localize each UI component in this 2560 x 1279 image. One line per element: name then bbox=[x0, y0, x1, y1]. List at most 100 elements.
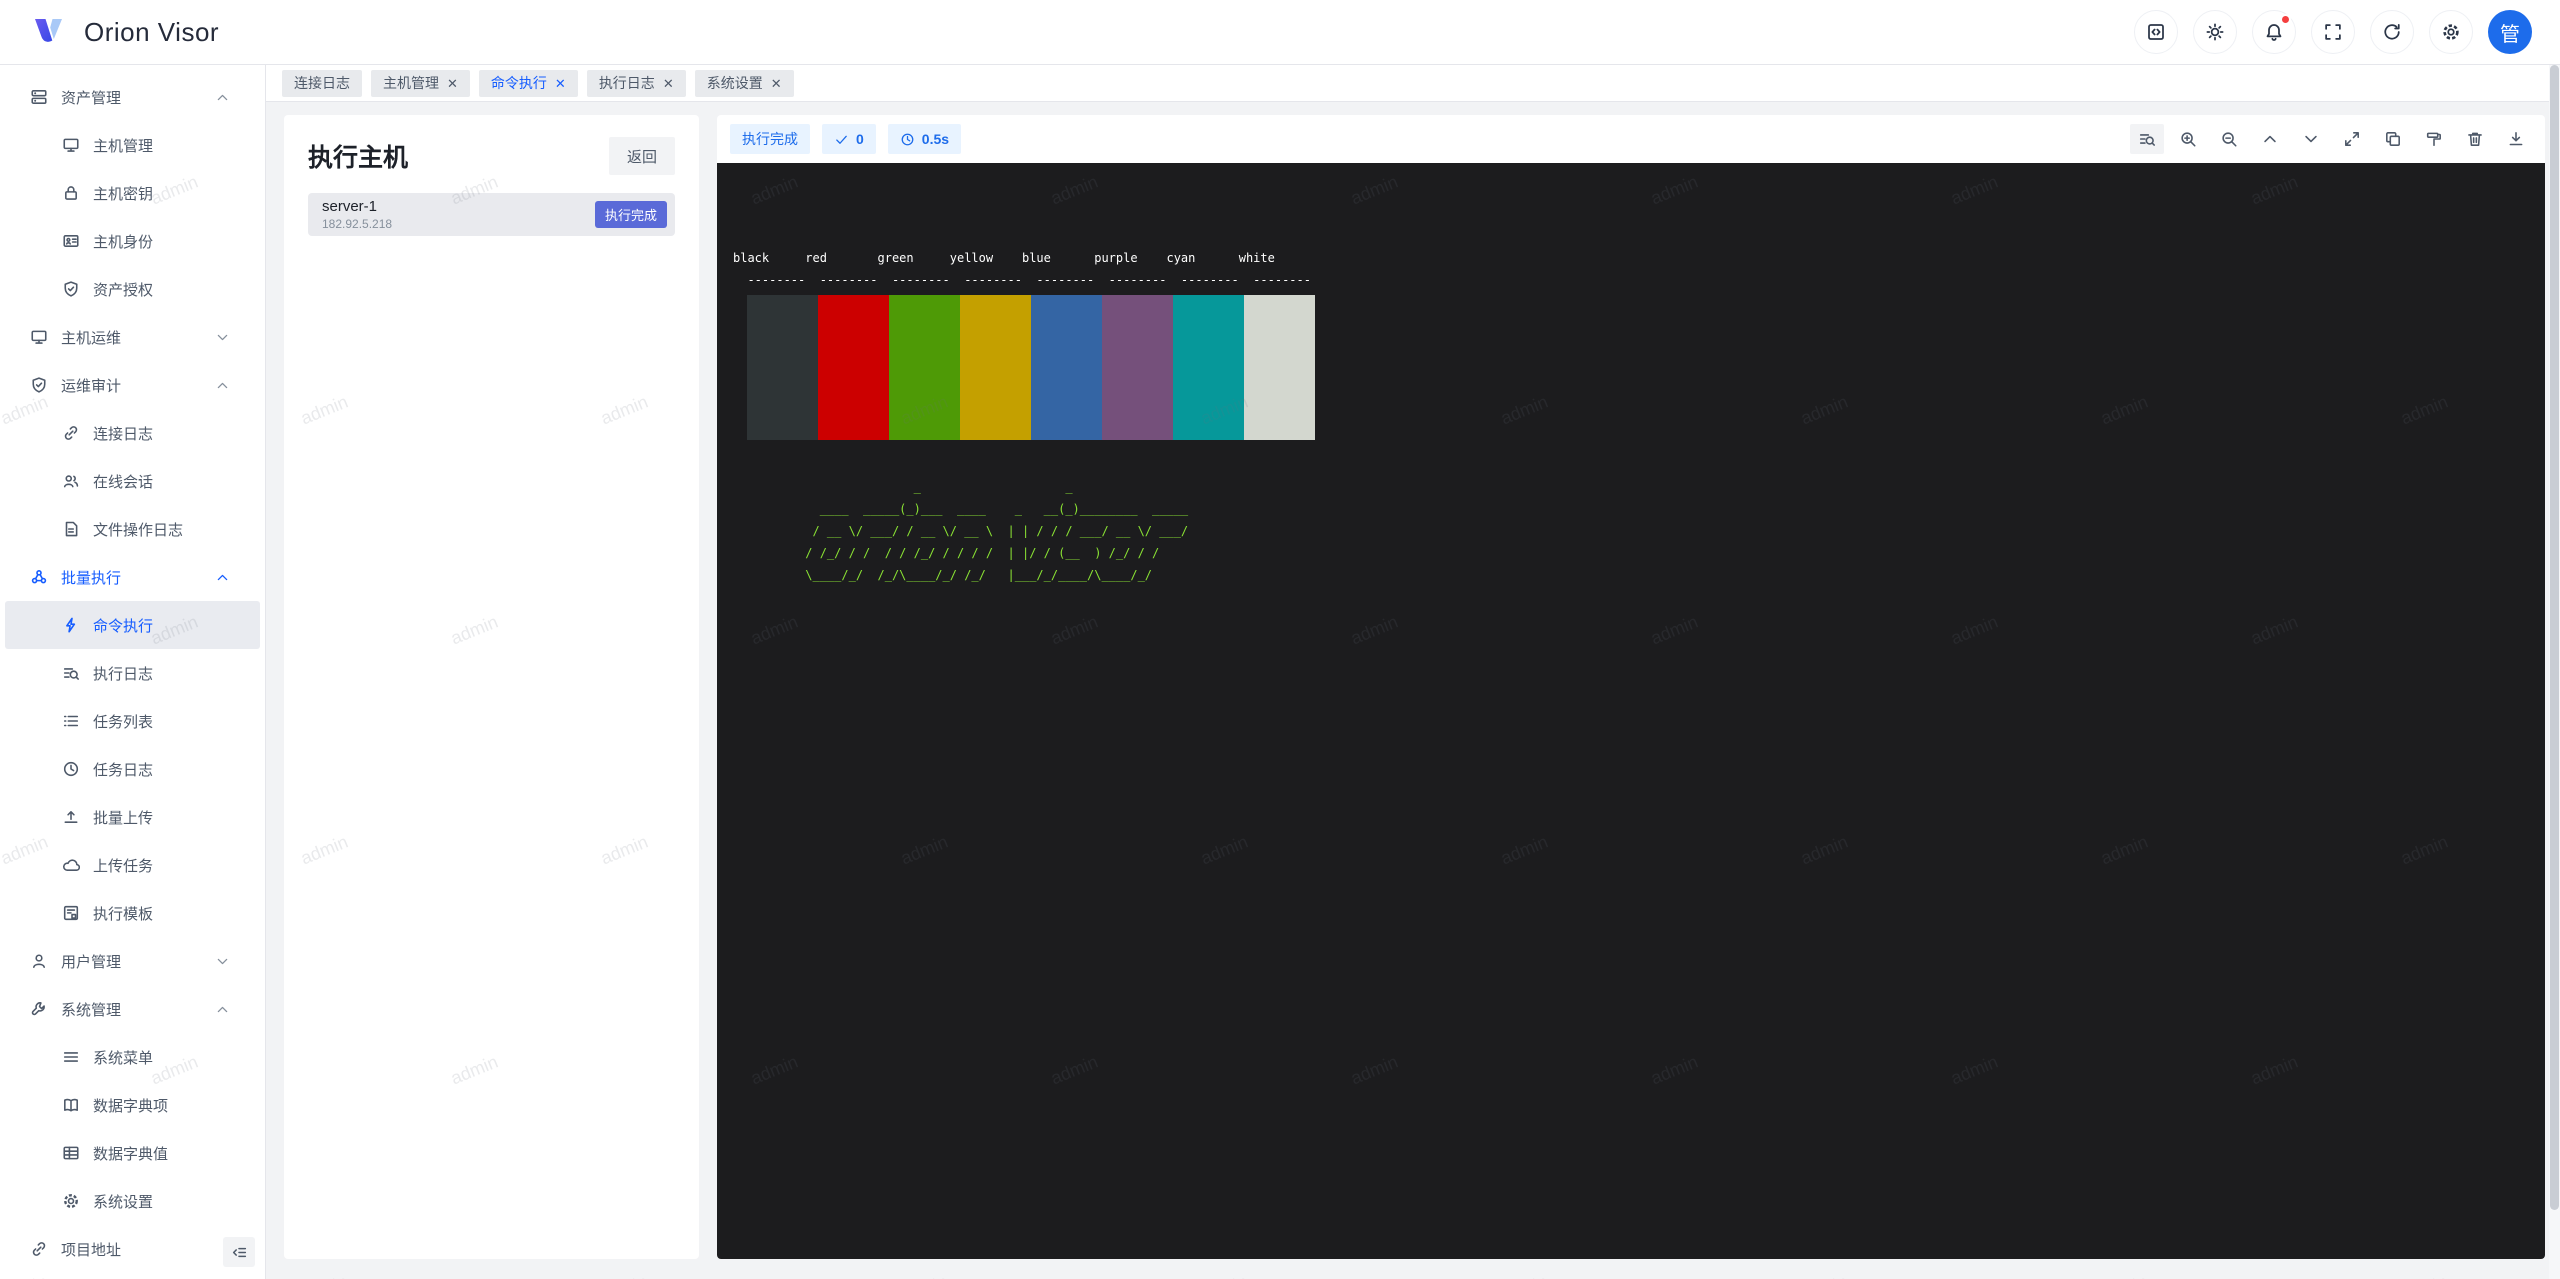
sidebar-item[interactable]: 系统管理 bbox=[0, 985, 265, 1033]
color-bar-black bbox=[747, 295, 818, 440]
user-avatar[interactable]: 管 bbox=[2488, 10, 2532, 54]
color-bar-blue bbox=[1031, 295, 1102, 440]
search-list-button[interactable] bbox=[2130, 124, 2164, 154]
sidebar-item[interactable]: 连接日志 bbox=[0, 409, 265, 457]
paint-roller-button[interactable] bbox=[2417, 124, 2451, 154]
terminal-toolbar-icons bbox=[2130, 124, 2533, 154]
terminal-output[interactable]: black red green yellow blue purple cyan … bbox=[717, 163, 2545, 1259]
expand-button[interactable] bbox=[2335, 124, 2369, 154]
tab[interactable]: 执行日志✕ bbox=[587, 70, 686, 97]
tab-close-icon[interactable]: ✕ bbox=[663, 77, 674, 90]
sidebar-item[interactable]: 主机管理 bbox=[0, 121, 265, 169]
sidebar-item[interactable]: 主机密钥 bbox=[0, 169, 265, 217]
chevron-down-button[interactable] bbox=[2294, 124, 2328, 154]
tab-label: 系统设置 bbox=[707, 73, 763, 93]
sidebar-item-label: 系统菜单 bbox=[93, 1047, 153, 1068]
chevron-up-icon bbox=[215, 1002, 230, 1017]
color-bar-purple bbox=[1102, 295, 1173, 440]
app-logo[interactable]: Orion Visor bbox=[30, 12, 219, 52]
user-icon bbox=[30, 952, 48, 970]
bell-button[interactable] bbox=[2252, 10, 2296, 54]
tab[interactable]: 系统设置 ✕ bbox=[695, 70, 794, 97]
tab[interactable]: 主机管理✕ bbox=[371, 70, 470, 97]
sidebar-item-label: 系统设置 bbox=[93, 1191, 153, 1212]
sidebar-item[interactable]: 文件操作日志 bbox=[0, 505, 265, 553]
clock-icon bbox=[62, 760, 80, 778]
back-button[interactable]: 返回 bbox=[609, 137, 675, 175]
fullscreen-button[interactable] bbox=[2311, 10, 2355, 54]
sidebar-item[interactable]: 数据字典项 bbox=[0, 1081, 265, 1129]
tab[interactable]: 连接日志 bbox=[282, 70, 362, 97]
sun-button[interactable] bbox=[2193, 10, 2237, 54]
tab-close-icon[interactable]: ✕ bbox=[447, 77, 458, 90]
sidebar-item[interactable]: 上传任务 bbox=[0, 841, 265, 889]
shield-check-icon bbox=[30, 376, 48, 394]
sun-icon bbox=[2205, 22, 2225, 42]
menu-fold-icon bbox=[231, 1244, 248, 1261]
sidebar-item[interactable]: 系统设置 bbox=[0, 1177, 265, 1225]
sidebar-item-label: 系统管理 bbox=[61, 999, 121, 1020]
monitor-icon bbox=[62, 136, 80, 154]
chevron-up-button[interactable] bbox=[2253, 124, 2287, 154]
terminal-toolbar: 执行完成 0 0.5s bbox=[717, 115, 2545, 163]
menu-icon bbox=[62, 1048, 80, 1066]
zoom-in-button[interactable] bbox=[2171, 124, 2205, 154]
sidebar-item[interactable]: 用户管理 bbox=[0, 937, 265, 985]
terminal-status-chip: 0.5s bbox=[888, 124, 961, 154]
sidebar-item[interactable]: 执行模板 bbox=[0, 889, 265, 937]
sidebar-item[interactable]: 运维审计 bbox=[0, 361, 265, 409]
download-button[interactable] bbox=[2499, 124, 2533, 154]
sidebar-item-label: 执行模板 bbox=[93, 903, 153, 924]
sidebar-item[interactable]: 主机运维 bbox=[0, 313, 265, 361]
sidebar-item-label: 数据字典值 bbox=[93, 1143, 168, 1164]
chevron-up-icon bbox=[215, 378, 230, 393]
code-square-button[interactable] bbox=[2134, 10, 2178, 54]
sidebar-item[interactable]: 任务日志 bbox=[0, 745, 265, 793]
scrollbar-thumb[interactable] bbox=[2550, 65, 2559, 1210]
chevron-up-icon bbox=[2261, 130, 2279, 148]
sidebar-item[interactable]: 任务列表 bbox=[0, 697, 265, 745]
gear-button[interactable] bbox=[2429, 10, 2473, 54]
tab-bar: 连接日志 主机管理✕ 命令执行✕ 执行日志✕ 系统设置 ✕ bbox=[266, 65, 2560, 102]
sidebar-item[interactable]: 资产管理 bbox=[0, 73, 265, 121]
tab-close-icon[interactable]: ✕ bbox=[555, 77, 566, 90]
sidebar-item-label: 资产管理 bbox=[61, 87, 121, 108]
sidebar-item[interactable]: 批量上传 bbox=[0, 793, 265, 841]
gear-icon bbox=[62, 1192, 80, 1210]
sidebar-item[interactable]: 系统菜单 bbox=[0, 1033, 265, 1081]
sidebar-item[interactable]: 命令执行 bbox=[5, 601, 260, 649]
terminal-color-names: black red green yellow blue purple cyan … bbox=[733, 247, 2545, 291]
sidebar-collapse-button[interactable] bbox=[223, 1237, 255, 1267]
tab-close-icon[interactable]: ✕ bbox=[771, 77, 782, 90]
color-bar-yellow bbox=[960, 295, 1031, 440]
shield-check-icon bbox=[62, 280, 80, 298]
terminal-panel: 执行完成 0 0.5s black red green yellow blue pu… bbox=[717, 115, 2545, 1259]
sidebar-item-label: 在线会话 bbox=[93, 471, 153, 492]
tab-label: 连接日志 bbox=[294, 73, 350, 93]
sidebar-item-label: 主机身份 bbox=[93, 231, 153, 252]
terminal-status-chip: 0 bbox=[822, 124, 876, 154]
sidebar-item[interactable]: 数据字典值 bbox=[0, 1129, 265, 1177]
page-scrollbar[interactable] bbox=[2549, 65, 2560, 1279]
trash-button[interactable] bbox=[2458, 124, 2492, 154]
sidebar-item[interactable]: 批量执行 bbox=[0, 553, 265, 601]
sidebar-item[interactable]: 资产授权 bbox=[0, 265, 265, 313]
sidebar-item[interactable]: 在线会话 bbox=[0, 457, 265, 505]
sidebar-item[interactable]: 执行日志 bbox=[0, 649, 265, 697]
sidebar-menu: 资产管理主机管理主机密钥主机身份资产授权主机运维运维审计连接日志在线会话文件操作… bbox=[0, 73, 265, 1273]
color-bar-red bbox=[818, 295, 889, 440]
sidebar-item-label: 用户管理 bbox=[61, 951, 121, 972]
chevron-down-icon bbox=[215, 330, 230, 345]
sidebar-item-label: 任务列表 bbox=[93, 711, 153, 732]
tab[interactable]: 命令执行✕ bbox=[479, 70, 578, 97]
sidebar-item[interactable]: 主机身份 bbox=[0, 217, 265, 265]
copy-button[interactable] bbox=[2376, 124, 2410, 154]
refresh-button[interactable] bbox=[2370, 10, 2414, 54]
sidebar-item-label: 主机密钥 bbox=[93, 183, 153, 204]
zoom-out-button[interactable] bbox=[2212, 124, 2246, 154]
host-list-item[interactable]: server-1 182.92.5.218 执行完成 bbox=[308, 193, 675, 236]
download-icon bbox=[2507, 130, 2525, 148]
color-bar-green bbox=[889, 295, 960, 440]
sidebar-item-label: 资产授权 bbox=[93, 279, 153, 300]
chip-label: 执行完成 bbox=[742, 129, 798, 149]
